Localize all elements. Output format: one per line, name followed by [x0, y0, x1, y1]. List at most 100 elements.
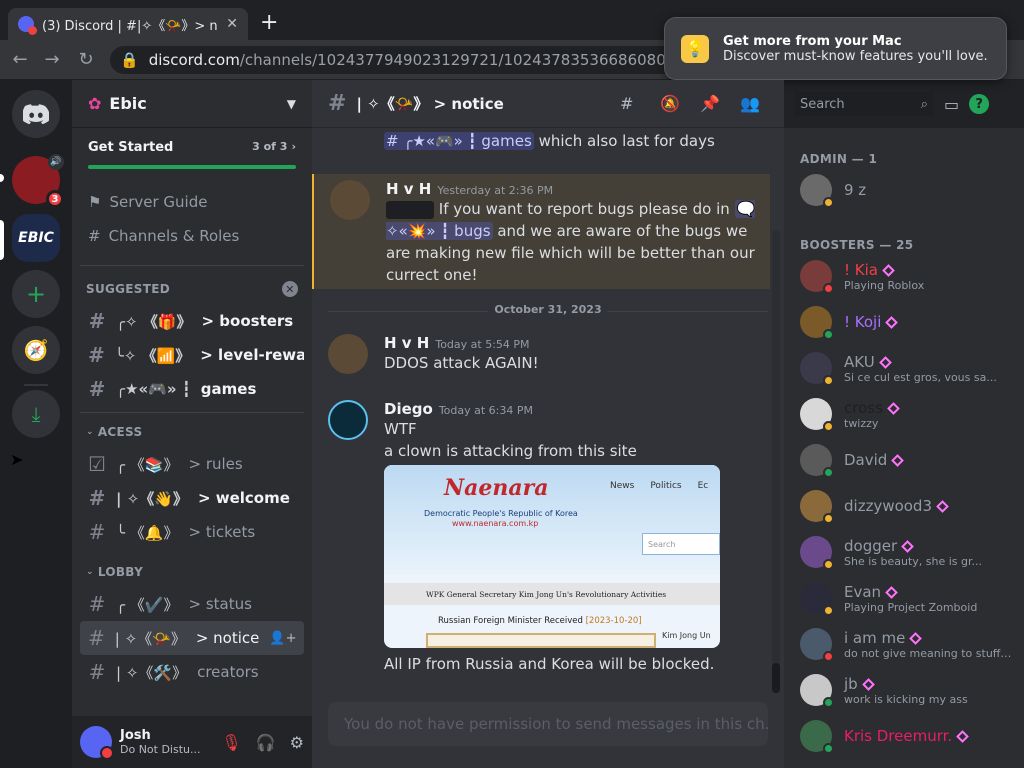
invite-icon[interactable]: 👤+ [269, 631, 296, 646]
lock-icon: 🔒 [120, 51, 139, 69]
message[interactable]: H v H Today at 5:54 PM DDOS attack AGAIN! [312, 334, 770, 384]
member-activity: work is kicking my ass [844, 692, 968, 706]
mac-notification[interactable]: 💡 Get more from your Mac Discover must-k… [664, 17, 1007, 80]
member-item[interactable]: i am me do not give meaning to stuff t... [792, 622, 1016, 666]
threads-icon[interactable]: # [620, 94, 633, 113]
notification-body: Discover must-know features you'll love. [723, 48, 988, 64]
member-item[interactable]: dizzywood3 [792, 484, 1016, 528]
chat-scrollbar-track[interactable] [772, 230, 780, 670]
member-item[interactable]: Kris Dreemurr. [792, 714, 1016, 758]
channel-name: > notice [195, 629, 260, 647]
message-text: If you want to report bugs please do in … [386, 198, 766, 286]
channel-name: > status [188, 595, 252, 613]
channel-emoji: ╰✧ 《📶》 [114, 346, 191, 365]
avatar [800, 674, 834, 708]
help-icon[interactable]: ? [969, 94, 990, 114]
member-item[interactable]: ! Kia Playing Roblox [792, 254, 1016, 298]
sidebar-divider [80, 265, 304, 266]
get-started-label: Get Started [88, 140, 174, 155]
inbox-icon[interactable]: ▭ [944, 95, 959, 114]
channel-acess-2[interactable]: # ╰ 《🔔》 > tickets [80, 515, 304, 549]
new-tab-button[interactable]: + [260, 12, 278, 34]
channel-lobby-1[interactable]: # | ✧《📯》 > notice 👤+ [80, 621, 304, 655]
muted-microphone-icon[interactable]: 🎙 [221, 733, 241, 752]
member-name: Kris Dreemurr. [844, 727, 970, 745]
hashtag-icon: # [88, 343, 105, 367]
channel-mention[interactable]: # ╭★«🎮» ┇ games [384, 132, 534, 150]
channel-suggested-1[interactable]: # ╰✧ 《📶》 > level-rewa... [80, 338, 304, 372]
channel-name: creators [197, 663, 259, 681]
home-button[interactable] [12, 90, 60, 138]
server-guide-link[interactable]: ⚑ Server Guide [72, 185, 312, 219]
avatar[interactable] [80, 726, 114, 760]
server-header[interactable]: ✿ Ebic ▼ [72, 80, 312, 128]
status-dot [823, 559, 834, 570]
avatar [800, 628, 834, 662]
avatar[interactable] [330, 180, 370, 220]
spoiler-block[interactable] [386, 200, 434, 219]
channels-roles-link[interactable]: # Channels & Roles [72, 219, 312, 253]
discord-logo-icon [23, 104, 49, 124]
search-input[interactable]: Search ⌕ [794, 92, 934, 116]
channel-suggested-2[interactable]: # ╭★«🎮» ┇ games [80, 372, 304, 406]
server-icon-ebic[interactable]: EBIC [12, 214, 60, 262]
dismiss-icon[interactable]: ✕ [282, 281, 298, 297]
search-icon: ⌕ [920, 96, 928, 112]
pin-icon[interactable]: 📌 [700, 94, 720, 113]
signpost-icon: ⚑ [88, 193, 102, 211]
avatar [800, 174, 834, 208]
member-item[interactable]: cross twizzy [792, 392, 1016, 436]
boost-gem-icon [861, 677, 875, 691]
rules-icon: ☑ [88, 452, 106, 476]
category-acess[interactable]: ⌄ ACESS [72, 417, 312, 447]
member-list-icon[interactable]: 👥 [740, 94, 760, 113]
channel-acess-1[interactable]: # | ✧《👋》 > welcome [80, 481, 304, 515]
chat-scrollbar-thumb[interactable] [772, 663, 780, 693]
channel-acess-0[interactable]: ☑ ╭ 《📚》 > rules [80, 447, 304, 481]
avatar[interactable] [328, 400, 368, 440]
gear-icon[interactable]: ⚙ [290, 733, 304, 752]
browser-tab[interactable]: (3) Discord | #|✧《📯》> notic ✕ [8, 8, 248, 40]
close-tab-icon[interactable]: ✕ [226, 16, 238, 32]
server-guide-label: Server Guide [109, 193, 208, 211]
channel-emoji: ╭ 《📚》 [116, 455, 179, 474]
get-started-panel[interactable]: Get Started 3 of 3 › [72, 128, 312, 169]
member-list: ADMIN — 1 9 z BOOSTERS — 25 ! Kia Playing… [784, 128, 1024, 768]
image-attachment[interactable]: Naenara Democratic People's Republic of … [384, 465, 720, 648]
channel-sidebar: ✿ Ebic ▼ Get Started 3 of 3 › ⚑ Server Gu… [72, 80, 312, 768]
back-icon[interactable]: ← [8, 48, 32, 72]
forward-icon[interactable]: → [40, 48, 64, 72]
channel-lobby-0[interactable]: # ╭ 《✔️》 > status [80, 587, 304, 621]
download-icon[interactable]: ⤓ [12, 390, 60, 438]
headphones-icon[interactable]: 🎧 [256, 733, 276, 752]
member-name: dogger [844, 537, 1014, 555]
chevron-down-icon: ⌄ [86, 427, 94, 437]
mute-bell-icon[interactable]: 🔕 [660, 94, 680, 113]
member-item[interactable]: David [792, 438, 1016, 482]
boost-gem-icon [878, 355, 892, 369]
message-highlighted[interactable]: H v H Yesterday at 2:36 PM If you want to… [312, 174, 770, 289]
category-lobby[interactable]: ⌄ LOBBY [72, 557, 312, 587]
role-header-admin: ADMIN — 1 [800, 152, 878, 166]
channel-emoji: | ✧《👋》 [116, 489, 188, 508]
reload-icon[interactable]: ↻ [74, 48, 98, 72]
speaker-icon: 🔊 [48, 154, 64, 170]
explore-compass-icon[interactable]: 🧭 [12, 326, 60, 374]
member-item[interactable]: jb work is kicking my ass [792, 668, 1016, 712]
member-item[interactable]: AKU Si ce cul est gros, vous sa... [792, 346, 1016, 390]
chevron-down-icon: ⌄ [86, 567, 94, 577]
avatar[interactable] [328, 334, 368, 374]
add-server-button[interactable]: + [12, 270, 60, 318]
channel-lobby-2[interactable]: # | ✧《🛠️》 creators [80, 655, 304, 689]
member-item[interactable]: ! Koji [792, 300, 1016, 344]
member-item[interactable]: Evan Playing Project Zomboid [792, 576, 1016, 620]
member-item[interactable]: dogger She is beauty, she is gr... [792, 530, 1016, 574]
member-item[interactable]: 9 z [792, 168, 1016, 212]
server-icon-red[interactable]: 🔊 3 [12, 154, 64, 208]
category-suggested[interactable]: SUGGESTED ✕ [72, 274, 312, 304]
url-bar[interactable]: 🔒 discord.com/channels/10243779490231297… [110, 46, 760, 74]
channel-name: > boosters [201, 312, 294, 330]
hashtag-icon: # [88, 309, 106, 333]
channel-suggested-0[interactable]: # ╭✧ 《🎁》 > boosters [80, 304, 304, 338]
avatar [800, 260, 834, 294]
